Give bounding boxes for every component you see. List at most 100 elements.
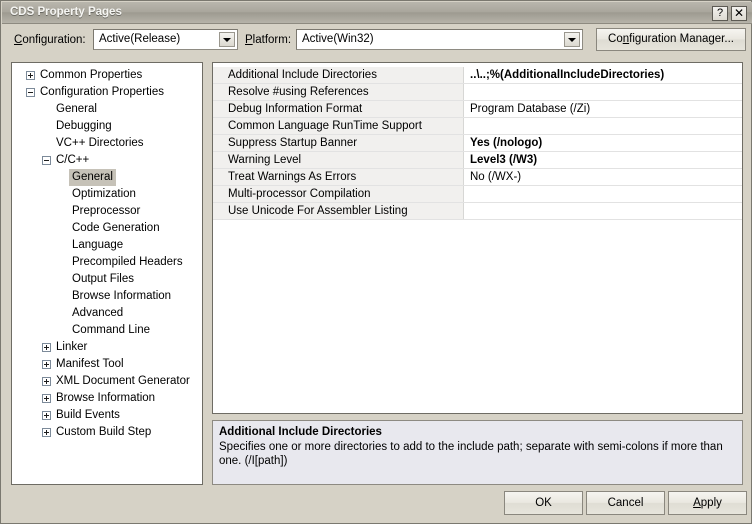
expand-icon[interactable]: [42, 411, 51, 420]
property-name: Treat Warnings As Errors: [213, 169, 464, 185]
tree-item-configuration-properties[interactable]: Configuration Properties: [12, 84, 202, 101]
property-row[interactable]: Debug Information FormatProgram Database…: [213, 101, 742, 118]
properties-tree[interactable]: Common PropertiesConfiguration Propertie…: [11, 62, 203, 485]
tree-item-label: Browse Information: [56, 390, 155, 407]
cancel-button[interactable]: Cancel: [586, 491, 665, 515]
property-row[interactable]: Suppress Startup BannerYes (/nologo): [213, 135, 742, 152]
property-value[interactable]: Yes (/nologo): [465, 135, 742, 151]
property-row[interactable]: Common Language RunTime Support: [213, 118, 742, 135]
tree-item-c-c[interactable]: C/C++: [12, 152, 202, 169]
expand-icon[interactable]: [42, 428, 51, 437]
description-panel: Additional Include Directories Specifies…: [212, 420, 743, 485]
property-value[interactable]: [465, 84, 742, 100]
property-row[interactable]: Use Unicode For Assembler Listing: [213, 203, 742, 220]
property-value[interactable]: [465, 186, 742, 202]
chevron-down-icon[interactable]: [219, 32, 235, 47]
tree-item-preprocessor[interactable]: Preprocessor: [12, 203, 202, 220]
tree-item-label: Optimization: [72, 186, 136, 203]
tree-item-label: General: [69, 169, 116, 186]
platform-dropdown[interactable]: Active(Win32): [296, 29, 583, 50]
tree-item-label: Preprocessor: [72, 203, 140, 220]
tree-item-label: Precompiled Headers: [72, 254, 183, 271]
property-value[interactable]: ..\..;%(AdditionalIncludeDirectories): [465, 67, 742, 83]
expand-icon[interactable]: [42, 377, 51, 386]
configuration-dropdown[interactable]: Active(Release): [93, 29, 238, 50]
description-title: Additional Include Directories: [219, 426, 736, 438]
configuration-manager-label-part: Co: [608, 33, 623, 45]
tree-item-label: Build Events: [56, 407, 120, 424]
tree-item-precompiled-headers[interactable]: Precompiled Headers: [12, 254, 202, 271]
tree-item-debugging[interactable]: Debugging: [12, 118, 202, 135]
configuration-toolbar: Configuration: Active(Release) Platform:…: [2, 24, 752, 58]
apply-label-part: A: [693, 497, 701, 509]
tree-item-language[interactable]: Language: [12, 237, 202, 254]
tree-item-label: C/C++: [56, 152, 89, 169]
tree-item-label: Language: [72, 237, 123, 254]
configuration-label-text: onfiguration:: [22, 34, 85, 46]
property-value[interactable]: Level3 (/W3): [465, 152, 742, 168]
tree-item-output-files[interactable]: Output Files: [12, 271, 202, 288]
expand-icon[interactable]: [42, 394, 51, 403]
tree-item-label: Linker: [56, 339, 87, 356]
tree-item-label: Advanced: [72, 305, 123, 322]
configuration-dropdown-value: Active(Release): [99, 33, 180, 45]
window-title: CDS Property Pages: [10, 6, 122, 18]
property-value[interactable]: Program Database (/Zi): [465, 101, 742, 117]
tree-item-command-line[interactable]: Command Line: [12, 322, 202, 339]
platform-label-text: latform:: [253, 34, 291, 46]
property-value[interactable]: [465, 203, 742, 219]
ok-button[interactable]: OK: [504, 491, 583, 515]
collapse-icon[interactable]: [42, 156, 51, 165]
tree-item-label: XML Document Generator: [56, 373, 190, 390]
tree-item-common-properties[interactable]: Common Properties: [12, 67, 202, 84]
property-value[interactable]: No (/WX-): [465, 169, 742, 185]
tree-item-linker[interactable]: Linker: [12, 339, 202, 356]
platform-dropdown-value: Active(Win32): [302, 33, 374, 45]
tree-item-label: Debugging: [56, 118, 112, 135]
tree-item-browse-information[interactable]: Browse Information: [12, 288, 202, 305]
tree-item-code-generation[interactable]: Code Generation: [12, 220, 202, 237]
tree-item-general[interactable]: General: [12, 101, 202, 118]
property-row[interactable]: Treat Warnings As ErrorsNo (/WX-): [213, 169, 742, 186]
property-row[interactable]: Resolve #using References: [213, 84, 742, 101]
apply-button[interactable]: Apply: [668, 491, 747, 515]
property-row[interactable]: Additional Include Directories..\..;%(Ad…: [213, 67, 742, 84]
help-icon[interactable]: ?: [712, 6, 728, 21]
property-name: Use Unicode For Assembler Listing: [213, 203, 464, 219]
tree-item-label: Command Line: [72, 322, 150, 339]
tree-item-label: VC++ Directories: [56, 135, 144, 152]
property-name: Common Language RunTime Support: [213, 118, 464, 134]
tree-item-xml-document-generator[interactable]: XML Document Generator: [12, 373, 202, 390]
tree-item-optimization[interactable]: Optimization: [12, 186, 202, 203]
tree-item-manifest-tool[interactable]: Manifest Tool: [12, 356, 202, 373]
platform-label: Platform:: [245, 34, 291, 46]
property-value[interactable]: [465, 118, 742, 134]
expand-icon[interactable]: [42, 360, 51, 369]
property-grid[interactable]: Additional Include Directories..\..;%(Ad…: [212, 62, 743, 414]
property-row[interactable]: Multi-processor Compilation: [213, 186, 742, 203]
collapse-icon[interactable]: [26, 88, 35, 97]
tree-item-custom-build-step[interactable]: Custom Build Step: [12, 424, 202, 441]
chevron-down-icon[interactable]: [564, 32, 580, 47]
tree-item-advanced[interactable]: Advanced: [12, 305, 202, 322]
configuration-label: Configuration:: [14, 34, 86, 46]
tree-item-label: General: [56, 101, 97, 118]
tree-item-browse-information[interactable]: Browse Information: [12, 390, 202, 407]
tree-item-build-events[interactable]: Build Events: [12, 407, 202, 424]
tree-item-label: Output Files: [72, 271, 134, 288]
tree-item-label: Common Properties: [40, 67, 142, 84]
tree-item-label: Code Generation: [72, 220, 160, 237]
expand-icon[interactable]: [42, 343, 51, 352]
tree-item-label: Configuration Properties: [40, 84, 164, 101]
expand-icon[interactable]: [26, 71, 35, 80]
apply-label-part: pply: [701, 497, 722, 509]
configuration-manager-button[interactable]: Configuration Manager...: [596, 28, 746, 51]
tree-item-general[interactable]: General: [12, 169, 202, 186]
tree-item-vc-directories[interactable]: VC++ Directories: [12, 135, 202, 152]
close-icon[interactable]: ✕: [731, 6, 747, 21]
title-bar: CDS Property Pages ? ✕: [2, 2, 752, 24]
platform-label-mnemonic: P: [245, 34, 253, 46]
property-name: Suppress Startup Banner: [213, 135, 464, 151]
property-row[interactable]: Warning LevelLevel3 (/W3): [213, 152, 742, 169]
tree-item-label: Browse Information: [72, 288, 171, 305]
